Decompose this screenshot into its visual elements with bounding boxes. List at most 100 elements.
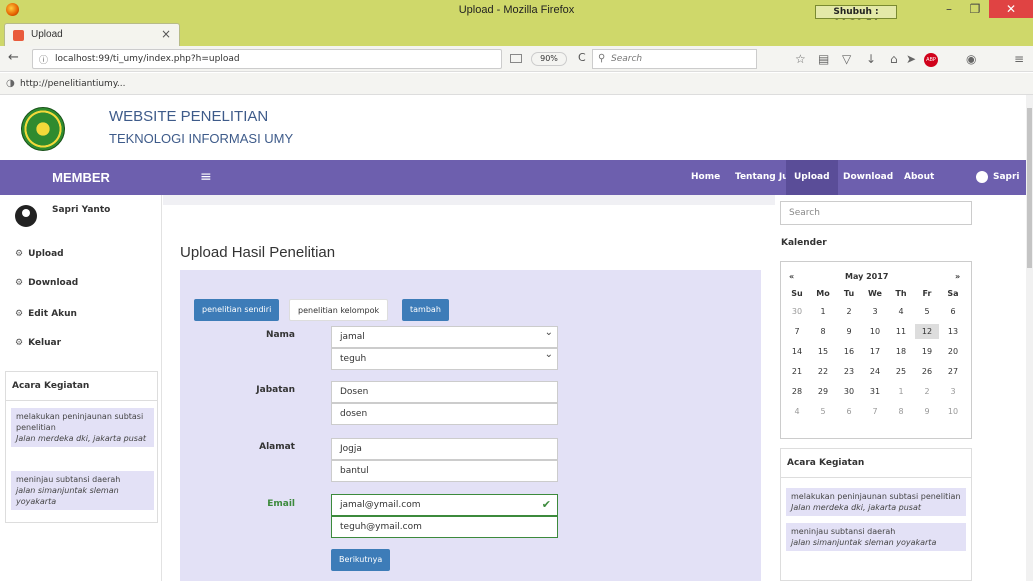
- calendar-day[interactable]: 3: [941, 384, 965, 399]
- jabatan-field-1[interactable]: Dosen: [331, 381, 558, 403]
- jabatan-field-2[interactable]: dosen: [331, 403, 558, 425]
- url-bar[interactable]: ⓘ localhost:99/ti_umy/index.php?h=upload: [32, 49, 502, 69]
- bookmark-item[interactable]: http://penelitiantiumy...: [20, 79, 125, 89]
- sidebar-item-keluar[interactable]: ⚙ Keluar: [15, 338, 61, 348]
- calendar-day[interactable]: 20: [941, 344, 965, 359]
- sidebar-search-input[interactable]: Search: [780, 201, 972, 225]
- close-window-button[interactable]: ✕: [989, 0, 1033, 18]
- calendar-day[interactable]: 7: [785, 324, 809, 339]
- browser-search-input[interactable]: ⚲ Search: [592, 49, 757, 69]
- calendar-day[interactable]: 12: [915, 324, 939, 339]
- nama-select-2[interactable]: teguh: [331, 345, 558, 370]
- next-button[interactable]: Berikutnya: [331, 549, 391, 571]
- calendar-day[interactable]: 23: [837, 364, 861, 379]
- calendar-day[interactable]: 24: [863, 364, 887, 379]
- calendar-day[interactable]: 1: [889, 384, 913, 399]
- divider: [781, 477, 971, 478]
- calendar-day[interactable]: 7: [863, 404, 887, 419]
- alamat-field-2[interactable]: bantul: [331, 460, 558, 482]
- calendar-day[interactable]: 11: [889, 324, 913, 339]
- calendar-day[interactable]: 1: [811, 304, 835, 319]
- sidebar-item-download[interactable]: ⚙ Download: [15, 278, 78, 288]
- nav-upload[interactable]: Upload: [786, 160, 838, 195]
- calendar-day[interactable]: 6: [941, 304, 965, 319]
- nav-download[interactable]: Download: [843, 160, 893, 195]
- zoom-level[interactable]: 90%: [531, 52, 567, 66]
- calendar-day[interactable]: 10: [941, 404, 965, 419]
- calendar-day[interactable]: 14: [785, 344, 809, 359]
- scrollbar-thumb[interactable]: [1027, 108, 1032, 268]
- calendar-day[interactable]: 26: [915, 364, 939, 379]
- calendar-prev[interactable]: «: [789, 272, 794, 281]
- menu-toggle-icon[interactable]: ≡: [200, 169, 212, 185]
- calendar-day[interactable]: 6: [837, 404, 861, 419]
- site-subtitle: TEKNOLOGI INFORMASI UMY: [109, 131, 294, 146]
- reload-button[interactable]: C: [578, 51, 586, 64]
- nav-about[interactable]: About: [904, 160, 934, 195]
- email-field-2[interactable]: teguh@ymail.com: [331, 516, 558, 538]
- calendar-day[interactable]: 5: [811, 404, 835, 419]
- calendar-day[interactable]: 31: [863, 384, 887, 399]
- alamat-label: Alamat: [259, 442, 295, 452]
- nav-user[interactable]: Sapri Yanto: [993, 160, 1026, 217]
- site-info-icon[interactable]: ⓘ: [39, 53, 48, 66]
- calendar-day[interactable]: 17: [863, 344, 887, 359]
- list-item[interactable]: meninjau subtansi daerah jalan simanjunt…: [786, 523, 966, 551]
- calendar-day[interactable]: 3: [863, 304, 887, 319]
- nav-home[interactable]: Home: [691, 160, 720, 195]
- calendar-day[interactable]: 30: [837, 384, 861, 399]
- calendar-day[interactable]: 2: [837, 304, 861, 319]
- bookmark-star-icon[interactable]: ☆: [795, 52, 806, 66]
- calendar-day[interactable]: 8: [811, 324, 835, 339]
- tab-upload[interactable]: Upload ×: [4, 23, 180, 46]
- content-top-strip: [163, 195, 775, 205]
- home-icon[interactable]: ⌂: [890, 52, 898, 66]
- reader-view-icon[interactable]: [510, 54, 522, 63]
- list-item[interactable]: meninjau subtansi daerah jalan simanjunt…: [11, 471, 154, 510]
- email-field-1[interactable]: jamal@ymail.com ✔: [331, 494, 558, 516]
- nama-select-1[interactable]: jamal: [331, 323, 558, 348]
- calendar-day[interactable]: 29: [811, 384, 835, 399]
- hamburger-menu-icon[interactable]: ≡: [1014, 52, 1024, 66]
- brand-label: MEMBER: [52, 170, 110, 185]
- calendar-day[interactable]: 10: [863, 324, 887, 339]
- calendar-day[interactable]: 21: [785, 364, 809, 379]
- minimize-button[interactable]: –: [936, 0, 962, 18]
- calendar-day[interactable]: 2: [915, 384, 939, 399]
- penelitian-kelompok-button[interactable]: penelitian kelompok: [289, 299, 389, 321]
- calendar-day[interactable]: 4: [889, 304, 913, 319]
- calendar-day[interactable]: 15: [811, 344, 835, 359]
- calendar-day[interactable]: 28: [785, 384, 809, 399]
- tab-close-icon[interactable]: ×: [161, 27, 171, 41]
- extension-icon[interactable]: ◉: [966, 52, 976, 66]
- calendar-day[interactable]: 8: [889, 404, 913, 419]
- list-item[interactable]: melakukan peninjaunan subtasi penelitian…: [786, 488, 966, 516]
- calendar-day[interactable]: 19: [915, 344, 939, 359]
- download-icon[interactable]: ↓: [866, 52, 876, 66]
- sidebar-item-upload[interactable]: ⚙ Upload: [15, 249, 64, 259]
- send-icon[interactable]: ➤: [906, 52, 916, 66]
- calendar-next[interactable]: »: [955, 272, 960, 281]
- email-label: Email: [267, 499, 295, 509]
- calendar-day[interactable]: 16: [837, 344, 861, 359]
- calendar-day[interactable]: 18: [889, 344, 913, 359]
- calendar-day[interactable]: 22: [811, 364, 835, 379]
- calendar-day[interactable]: 25: [889, 364, 913, 379]
- calendar-day[interactable]: 13: [941, 324, 965, 339]
- calendar-day[interactable]: 5: [915, 304, 939, 319]
- penelitian-sendiri-button[interactable]: penelitian sendiri: [194, 299, 280, 321]
- alamat-field-1[interactable]: Jogja: [331, 438, 558, 460]
- list-item[interactable]: melakukan peninjaunan subtasi penelitian…: [11, 408, 154, 447]
- maximize-button[interactable]: ❐: [962, 0, 988, 18]
- adblock-icon[interactable]: ABP: [924, 53, 938, 67]
- library-icon[interactable]: ▤: [818, 52, 829, 66]
- calendar-day[interactable]: 27: [941, 364, 965, 379]
- tambah-button[interactable]: tambah: [402, 299, 449, 321]
- back-button[interactable]: ←: [8, 50, 19, 65]
- calendar-day[interactable]: 30: [785, 304, 809, 319]
- sidebar-item-edit-akun[interactable]: ⚙ Edit Akun: [15, 309, 77, 319]
- calendar-day[interactable]: 4: [785, 404, 809, 419]
- calendar-day[interactable]: 9: [837, 324, 861, 339]
- pocket-icon[interactable]: ▽: [842, 52, 851, 66]
- calendar-day[interactable]: 9: [915, 404, 939, 419]
